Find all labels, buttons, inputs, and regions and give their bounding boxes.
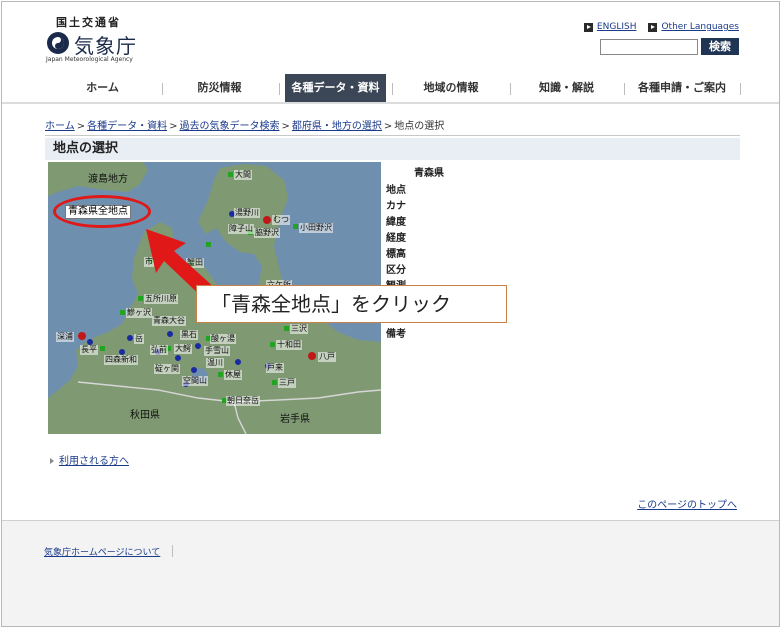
info-prefecture: 青森県 (414, 168, 444, 179)
info-field-label: 区分 (386, 265, 406, 276)
station-label[interactable]: 四森新和 (104, 355, 138, 365)
station-label[interactable]: 手雪山 (204, 346, 230, 356)
region-label-oshima: 渡島地方 (88, 174, 128, 185)
browser-page: 国土交通省 気象庁 Japan Meteorological Agency EN… (1, 1, 780, 627)
nav-separator (624, 83, 625, 95)
search-input[interactable] (600, 39, 698, 55)
station-label[interactable]: 岳 (134, 334, 144, 344)
station-label[interactable]: 大鰐 (174, 344, 192, 354)
search-button[interactable]: 検索 (701, 38, 739, 55)
station-label[interactable]: 深浦 (56, 332, 74, 342)
global-nav: ホーム 防災情報 各種データ・資料 地域の情報 知識・解説 各種申請・ご案内 (2, 74, 779, 104)
station-label[interactable]: 空間山 (182, 376, 208, 386)
instruction-callout: 「青森全地点」をクリック (196, 285, 507, 323)
breadcrumb-current: 地点の選択 (394, 121, 445, 132)
station-label[interactable]: 青森大谷 (152, 316, 186, 326)
breadcrumb-prefecture-select[interactable]: 都府県・地方の選択 (292, 121, 382, 132)
nav-separator (510, 83, 511, 95)
station-label[interactable]: 湯野川 (234, 208, 260, 218)
arrow-icon (50, 458, 54, 464)
nav-separator (162, 83, 163, 95)
info-field-label: 経度 (386, 233, 406, 244)
arrow-icon (583, 22, 593, 32)
ministry-name: 国土交通省 (56, 16, 121, 29)
jma-logo[interactable]: 国土交通省 気象庁 Japan Meteorological Agency (46, 14, 146, 66)
nav-separator (740, 83, 741, 95)
about-link[interactable]: 気象庁ホームページについて (44, 545, 160, 558)
nav-regional-info[interactable]: 地域の情報 (397, 74, 505, 102)
station-label[interactable]: むつ (272, 215, 290, 225)
info-field-label: 備考 (386, 329, 406, 340)
breadcrumb: ホーム > 各種データ・資料 > 過去の気象データ検索 > 都府県・地方の選択 > 地点の選択 (45, 121, 445, 132)
page-title: 地点の選択 (45, 138, 740, 160)
nav-applications[interactable]: 各種申請・ご案内 (629, 74, 735, 102)
station-label[interactable]: 三戸 (278, 378, 296, 388)
nav-knowledge[interactable]: 知識・解説 (515, 74, 618, 102)
station-label[interactable]: 碇ヶ関 (154, 364, 180, 374)
station-label[interactable]: 戸来 (266, 363, 284, 373)
station-label[interactable]: 大間 (234, 170, 252, 180)
station-label[interactable]: 十和田 (276, 340, 302, 350)
agency-name-en: Japan Meteorological Agency (46, 56, 133, 63)
station-label[interactable]: 温川 (206, 358, 224, 368)
station-label[interactable]: 酸ヶ湯 (210, 334, 236, 344)
nav-data[interactable]: 各種データ・資料 (285, 74, 386, 102)
highlight-circle (53, 195, 151, 228)
nav-separator (279, 83, 280, 95)
page-top-link[interactable]: このページのトップへ (637, 500, 737, 511)
station-label[interactable]: 八戸 (318, 352, 336, 362)
users-link-row: 利用される方へ (50, 452, 129, 467)
footer-separator (172, 545, 173, 557)
nav-home[interactable]: ホーム (50, 74, 155, 102)
station-label[interactable]: 脇野沢 (254, 228, 280, 238)
station-label[interactable]: 長平 (80, 345, 98, 355)
agency-name: 気象庁 (74, 34, 137, 58)
info-field-label: 地点 (386, 185, 406, 196)
breadcrumb-home[interactable]: ホーム (45, 121, 75, 132)
station-label[interactable]: 小田野沢 (299, 223, 333, 233)
info-field-label: 緯度 (386, 217, 406, 228)
region-label-akita: 秋田県 (130, 410, 160, 421)
page-top-row: このページのトップへ (637, 496, 737, 511)
station-label[interactable]: 弘前 (150, 345, 168, 355)
english-link[interactable]: ENGLISH (583, 22, 636, 32)
nav-separator (392, 83, 393, 95)
station-label[interactable]: 朝日奈岳 (226, 396, 260, 406)
station-label[interactable]: 三沢 (290, 324, 308, 334)
breadcrumb-past-weather-search[interactable]: 過去の気象データ検索 (179, 121, 279, 132)
nav-disaster-info[interactable]: 防災情報 (167, 74, 272, 102)
footer: 気象庁ホームページについて (2, 520, 779, 626)
station-label[interactable]: 鰺ヶ沢 (126, 308, 152, 318)
station-label[interactable]: 休屋 (224, 370, 242, 380)
users-link[interactable]: 利用される方へ (59, 456, 129, 467)
station-label[interactable]: 障子山 (228, 224, 254, 234)
divider (45, 135, 740, 136)
breadcrumb-data[interactable]: 各種データ・資料 (87, 121, 167, 132)
region-label-iwate: 岩手県 (280, 414, 310, 425)
other-languages-link[interactable]: Other Languages (648, 22, 739, 32)
jma-logo-icon (47, 32, 69, 54)
arrow-icon (648, 22, 658, 32)
station-label[interactable]: 黒石 (180, 330, 198, 340)
info-field-label: カナ (386, 201, 406, 212)
info-field-label: 標高 (386, 249, 406, 260)
language-links: ENGLISH Other Languages (583, 22, 739, 32)
